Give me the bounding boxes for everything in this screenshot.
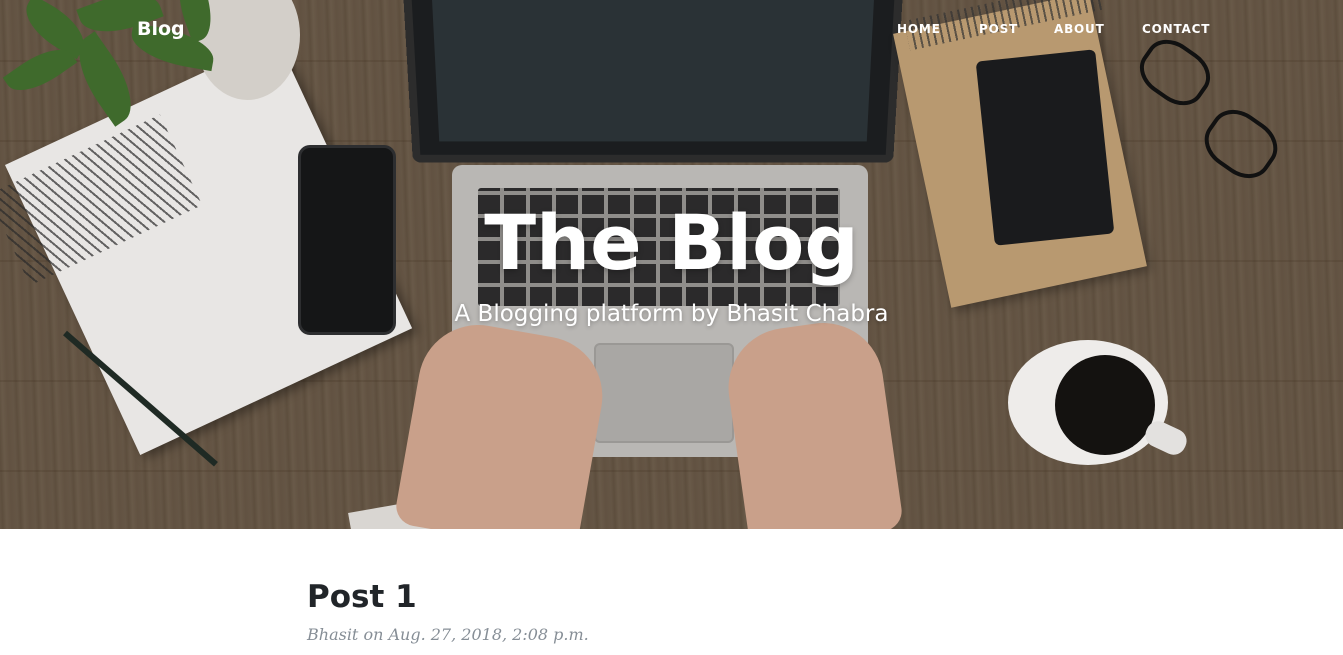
post-meta: Bhasit on Aug. 27, 2018, 2:08 p.m.	[307, 625, 589, 644]
nav-contact-link[interactable]: CONTACT	[1142, 22, 1210, 36]
post-preview: Post 1 Bhasit on Aug. 27, 2018, 2:08 p.m…	[307, 579, 1037, 644]
nav-post-link[interactable]: POST	[979, 22, 1018, 36]
hero-header: Blog HOME POST ABOUT CONTACT The Blog A …	[0, 0, 1343, 529]
glasses-lens-image	[1194, 99, 1288, 189]
post-title-link[interactable]: Post 1	[307, 579, 1037, 615]
glasses-lens-image	[1130, 29, 1220, 116]
main-nav: HOME POST ABOUT CONTACT	[0, 22, 1343, 42]
coffee-image	[1055, 355, 1155, 455]
trackpad-image	[594, 343, 734, 443]
site-title: The Blog	[484, 198, 859, 287]
nav-about-link[interactable]: ABOUT	[1054, 22, 1105, 36]
site-subtitle: A Blogging platform by Bhasit Chabra	[454, 301, 889, 327]
wood-grain	[0, 470, 1343, 472]
right-hand-image	[720, 315, 905, 529]
nav-home-link[interactable]: HOME	[897, 22, 941, 36]
